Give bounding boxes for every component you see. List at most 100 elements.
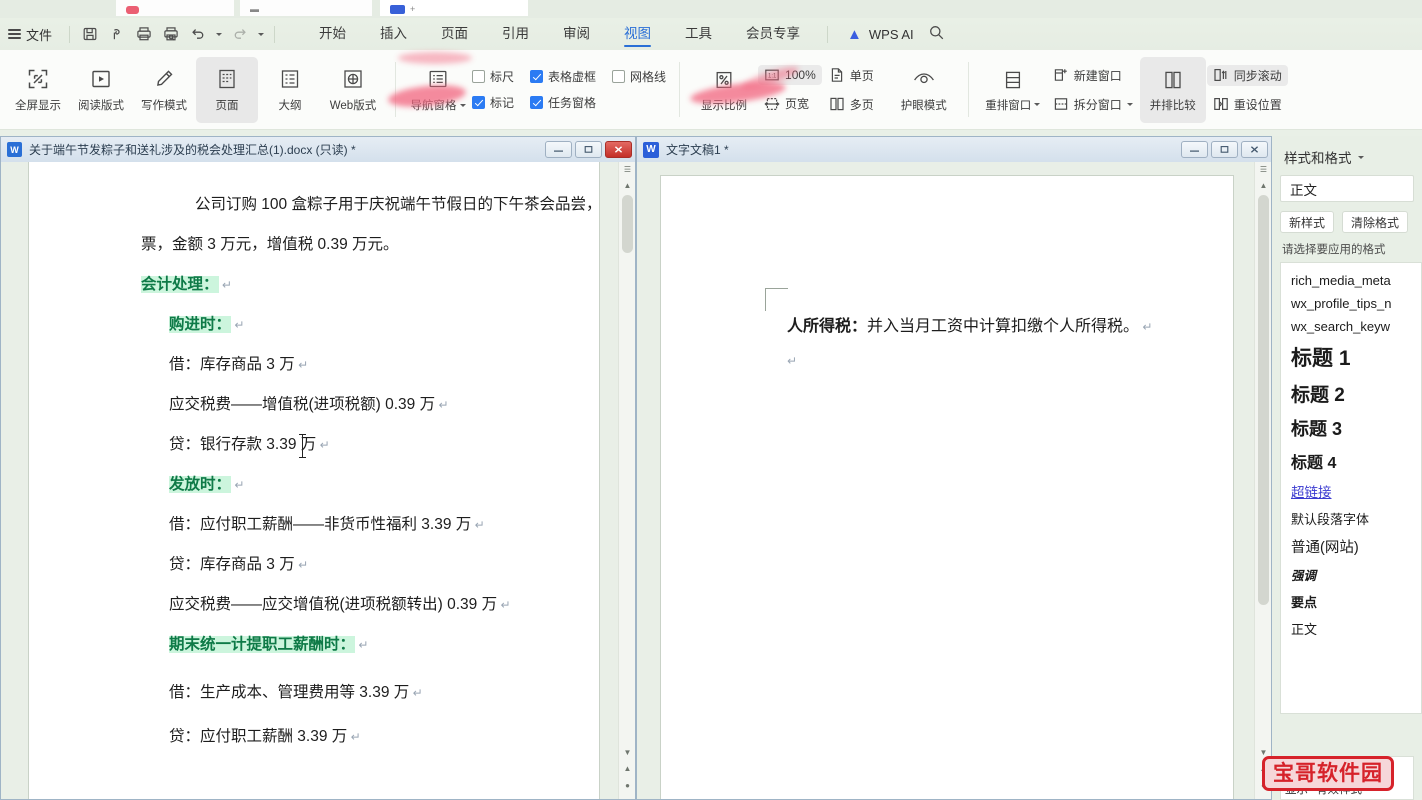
- fullscreen-button[interactable]: 全屏显示: [7, 57, 69, 123]
- tab-member[interactable]: 会员专享: [729, 18, 817, 50]
- web-layout-button[interactable]: Web版式: [322, 57, 384, 123]
- display-ratio-button[interactable]: 显示比例: [691, 57, 757, 123]
- search-icon[interactable]: [928, 24, 945, 44]
- save-icon[interactable]: [77, 22, 102, 47]
- left-document-page[interactable]: 公司订购 100 盒粽子用于庆祝端午节假日的下午茶会品尝， 票，金额 3 万元，…: [29, 162, 601, 799]
- chevron-down-icon[interactable]: [1357, 155, 1364, 159]
- clear-format-button[interactable]: 清除格式: [1342, 211, 1409, 233]
- scroll-up-button[interactable]: ▲: [619, 177, 635, 194]
- cloud-sync-icon[interactable]: [104, 22, 129, 47]
- maximize-button[interactable]: [1211, 141, 1238, 158]
- navigation-pane-button[interactable]: 导航窗格: [407, 57, 469, 123]
- read-layout-button[interactable]: 阅读版式: [70, 57, 132, 123]
- checkbox-label: 任务窗格: [548, 96, 597, 110]
- single-page-button[interactable]: 单页: [823, 65, 880, 86]
- scroll-split-handle[interactable]: ☰: [619, 162, 635, 177]
- quick-access-toolbar: [77, 22, 267, 47]
- current-style-field[interactable]: 正文: [1280, 175, 1414, 202]
- style-item[interactable]: rich_media_meta: [1281, 269, 1421, 292]
- split-window-button[interactable]: 拆分窗口: [1047, 94, 1139, 115]
- new-window-icon: [1053, 67, 1069, 83]
- tab-tools[interactable]: 工具: [668, 18, 729, 50]
- next-page-button[interactable]: ●: [619, 777, 635, 794]
- new-window-button[interactable]: 新建窗口: [1047, 65, 1139, 86]
- side-by-side-button[interactable]: 并排比较: [1139, 56, 1206, 123]
- zoom-100-button[interactable]: 1:1 100%: [758, 65, 822, 85]
- style-item[interactable]: 超链接: [1281, 477, 1421, 505]
- undo-dropdown[interactable]: [212, 22, 225, 47]
- right-vertical-scrollbar[interactable]: ☰ ▲ ▼ ▲ ●: [1254, 162, 1271, 799]
- style-item[interactable]: 标题 3: [1281, 411, 1421, 445]
- style-item[interactable]: 普通(网站): [1281, 532, 1421, 561]
- eye-care-button[interactable]: 护眼模式: [891, 57, 957, 123]
- outline-button[interactable]: 大纲: [259, 57, 321, 123]
- print-preview-icon[interactable]: [158, 22, 183, 47]
- right-window-titlebar[interactable]: W 文字文稿1 *: [637, 137, 1271, 162]
- scroll-split-handle[interactable]: ☰: [1255, 162, 1271, 177]
- outline-label: 大纲: [278, 100, 302, 112]
- tab-reference[interactable]: 引用: [485, 18, 546, 50]
- style-item[interactable]: wx_search_keyw: [1281, 315, 1421, 338]
- fullscreen-label: 全屏显示: [15, 100, 61, 112]
- tab-page[interactable]: 页面: [424, 18, 485, 50]
- checkbox-table-gridline[interactable]: 表格虚框: [530, 68, 596, 85]
- chevron-down-icon: [1034, 103, 1041, 106]
- scroll-up-button[interactable]: ▲: [1255, 177, 1271, 194]
- tab-review[interactable]: 审阅: [546, 18, 607, 50]
- pane-header[interactable]: 样式和格式: [1272, 136, 1422, 175]
- text-cursor: [299, 434, 306, 458]
- ribbon-toolbar: 全屏显示 阅读版式 写作模式 页面 大纲 Web版式 导航窗格 标尺 表格虚框 …: [0, 50, 1422, 130]
- undo-icon[interactable]: [185, 22, 210, 47]
- chevron-down-icon: [215, 32, 222, 36]
- rearrange-window-button[interactable]: 重排窗口: [980, 57, 1046, 123]
- prev-page-button[interactable]: ▲: [619, 760, 635, 777]
- wps-ai-button[interactable]: ▲ WPS AI: [847, 27, 914, 42]
- right-document-page[interactable]: 人所得税：并入当月工资中计算扣缴个人所得税。 ↵ ↵: [661, 176, 1233, 799]
- left-window-titlebar[interactable]: W 关于端午节发粽子和送礼涉及的税会处理汇总(1).docx (只读) *: [1, 137, 635, 162]
- browser-tab-1[interactable]: [116, 0, 234, 16]
- page-layout-button[interactable]: 页面: [196, 56, 258, 123]
- style-item[interactable]: 标题 4: [1281, 445, 1421, 477]
- style-item[interactable]: wx_profile_tips_n: [1281, 292, 1421, 315]
- browser-tab-2[interactable]: ▬: [240, 0, 372, 16]
- rearrange-window-label-row: 重排窗口: [985, 97, 1041, 113]
- scroll-down-button[interactable]: ▼: [619, 744, 635, 761]
- browser-tab-3[interactable]: +: [380, 0, 528, 16]
- new-window-label: 新建窗口: [1073, 68, 1122, 83]
- page-width-button[interactable]: 页宽: [758, 93, 822, 114]
- style-item[interactable]: 标题 1: [1281, 338, 1421, 376]
- scroll-thumb[interactable]: [1258, 195, 1269, 605]
- reset-position-button[interactable]: 重设位置: [1207, 94, 1288, 115]
- ribbon-group-window: 重排窗口 新建窗口 拆分窗口 并排比较 同步滚动 重设位置: [973, 50, 1295, 129]
- print-icon[interactable]: [131, 22, 156, 47]
- file-menu-button[interactable]: 文件: [0, 25, 62, 44]
- style-item[interactable]: 标题 2: [1281, 376, 1421, 411]
- checkbox-gridlines[interactable]: 网格线: [612, 68, 666, 85]
- new-style-button[interactable]: 新样式: [1280, 211, 1335, 233]
- close-button[interactable]: [605, 141, 632, 158]
- checkbox-marks[interactable]: 标记: [472, 94, 514, 111]
- qat-more-button[interactable]: [254, 22, 267, 47]
- maximize-button[interactable]: [575, 141, 602, 158]
- minimize-button[interactable]: [1181, 141, 1208, 158]
- style-item[interactable]: 要点: [1281, 588, 1421, 615]
- minimize-button[interactable]: [545, 141, 572, 158]
- tab-view[interactable]: 视图: [607, 18, 668, 50]
- style-item[interactable]: 强调: [1281, 561, 1421, 588]
- tab-insert[interactable]: 插入: [363, 18, 424, 50]
- left-vertical-scrollbar[interactable]: ☰ ▲ ▼ ▲ ●: [618, 162, 635, 799]
- style-list[interactable]: rich_media_meta wx_profile_tips_n wx_sea…: [1280, 262, 1422, 714]
- scroll-thumb[interactable]: [622, 195, 633, 253]
- web-layout-label: Web版式: [329, 100, 377, 112]
- multi-page-button[interactable]: 多页: [823, 94, 880, 115]
- write-mode-button[interactable]: 写作模式: [133, 57, 195, 123]
- checkbox-ruler[interactable]: 标尺: [472, 68, 514, 85]
- checkbox-task-pane[interactable]: 任务窗格: [530, 94, 596, 111]
- style-item[interactable]: 正文: [1281, 615, 1421, 642]
- checkbox-row-2: 标记 任务窗格: [472, 94, 666, 111]
- close-button[interactable]: [1241, 141, 1268, 158]
- tab-start[interactable]: 开始: [302, 18, 363, 50]
- hamburger-icon: [8, 29, 21, 39]
- sync-scroll-button[interactable]: 同步滚动: [1206, 64, 1288, 86]
- style-item[interactable]: 默认段落字体: [1281, 505, 1421, 532]
